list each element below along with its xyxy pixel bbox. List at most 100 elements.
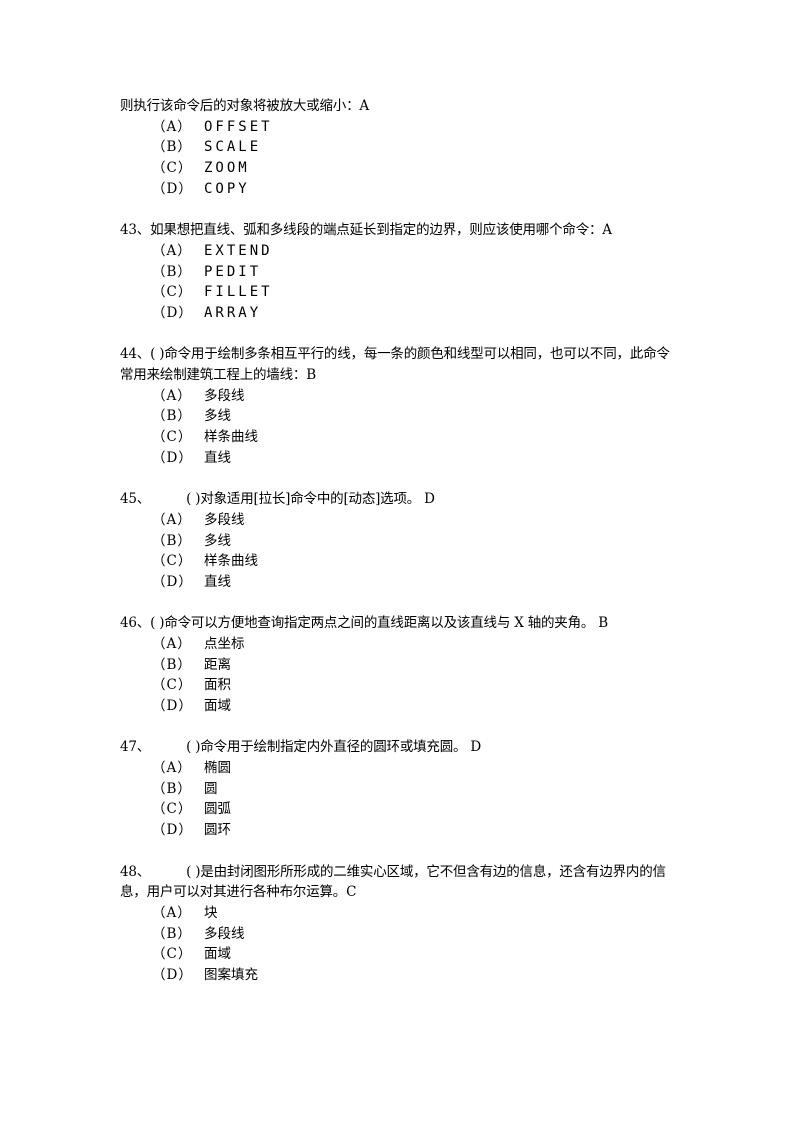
option-row: （B） PEDIT (120, 262, 680, 283)
question-text: 43、如果想把直线、弧和多线段的端点延长到指定的边界，则应该使用哪个命令：A (120, 220, 680, 241)
option-row: （C） 样条曲线 (120, 551, 680, 572)
option-row: （B） 多段线 (120, 924, 680, 945)
option-row: （D） 直线 (120, 448, 680, 469)
option-label: （C） (152, 677, 193, 694)
option-text: ARRAY (204, 304, 262, 321)
option-text: 圆弧 (204, 801, 231, 818)
option-row: （D） COPY (120, 179, 680, 200)
option-text: COPY (204, 180, 250, 197)
option-label: （C） (152, 553, 193, 570)
option-text: 样条曲线 (204, 429, 258, 446)
question-text: 48、( )是由封闭图形所形成的二维实心区域，它不但含有边的信息，还含有边界内的… (120, 862, 680, 903)
option-text: 圆 (204, 780, 218, 797)
question-number: 48、 (120, 863, 151, 880)
option-text: 直线 (204, 573, 231, 590)
option-text: SCALE (204, 139, 262, 156)
option-row: （B） 多线 (120, 531, 680, 552)
option-row: （D） 图案填充 (120, 965, 680, 986)
option-row: （C） FILLET (120, 282, 680, 303)
option-label: （D） (152, 698, 193, 715)
document-page: 则执行该命令后的对象将被放大或缩小：A （A） OFFSET （B） SCALE （C） Z… (120, 96, 680, 1006)
question-block: 43、如果想把直线、弧和多线段的端点延长到指定的边界，则应该使用哪个命令：A （A… (120, 220, 680, 323)
option-label: （C） (152, 801, 193, 818)
question-body: ( )命令用于绘制多条相互平行的线，每一条的颜色和线型可以相同，也可以不同，此命… (120, 346, 670, 383)
option-label: （D） (152, 573, 193, 590)
option-row: （D） 面域 (120, 696, 680, 717)
option-label: （C） (152, 946, 193, 963)
option-text: 面域 (204, 698, 231, 715)
option-label: （A） (152, 511, 192, 528)
question-number: 46、 (120, 615, 151, 632)
option-text: PEDIT (204, 263, 262, 280)
option-row: （B） SCALE (120, 137, 680, 158)
option-text: 多段线 (204, 925, 245, 942)
option-label: （D） (152, 304, 193, 321)
question-text: 44、( )命令用于绘制多条相互平行的线，每一条的颜色和线型可以相同，也可以不同… (120, 344, 680, 385)
option-row: （B） 距离 (120, 655, 680, 676)
option-text: FILLET (204, 284, 273, 301)
option-row: （D） 直线 (120, 572, 680, 593)
option-label: （D） (152, 967, 193, 984)
question-number: 45、 (120, 491, 151, 508)
option-row: （A） 点坐标 (120, 634, 680, 655)
option-text: 椭圆 (204, 760, 231, 777)
option-row: （C） 面积 (120, 675, 680, 696)
option-row: （A） EXTEND (120, 241, 680, 262)
option-row: （B） 多线 (120, 406, 680, 427)
option-text: 点坐标 (204, 635, 245, 652)
option-text: OFFSET (204, 118, 273, 135)
question-block: 45、 ( )对象适用[拉长]命令中的[动态]选项。 D （A） 多段线 （B） 多线 （C… (120, 489, 680, 592)
option-label: （C） (152, 429, 193, 446)
option-label: （C） (152, 284, 193, 301)
question-body: 则执行该命令后的对象将被放大或缩小：A (120, 98, 369, 114)
option-row: （C） ZOOM (120, 158, 680, 179)
option-text: 多段线 (204, 387, 245, 404)
option-row: （A） 多段线 (120, 386, 680, 407)
option-text: 圆环 (204, 822, 231, 839)
option-row: （C） 圆弧 (120, 799, 680, 820)
option-label: （B） (152, 780, 192, 797)
option-text: 图案填充 (204, 967, 258, 984)
option-label: （B） (152, 925, 192, 942)
option-label: （A） (152, 904, 192, 921)
option-label: （D） (152, 180, 193, 197)
option-row: （A） 椭圆 (120, 758, 680, 779)
option-label: （A） (152, 760, 192, 777)
question-body: ( )对象适用[拉长]命令中的[动态]选项。 D (186, 491, 435, 508)
option-row: （B） 圆 (120, 779, 680, 800)
option-row: （A） 多段线 (120, 510, 680, 531)
option-text: ZOOM (204, 160, 250, 177)
question-text: 47、 ( )命令用于绘制指定内外直径的圆环或填充圆。 D (120, 737, 680, 758)
option-text: 样条曲线 (204, 553, 258, 570)
question-block: 48、( )是由封闭图形所形成的二维实心区域，它不但含有边的信息，还含有边界内的… (120, 862, 680, 986)
option-row: （A） 块 (120, 903, 680, 924)
question-text: 45、 ( )对象适用[拉长]命令中的[动态]选项。 D (120, 489, 680, 510)
option-label: （B） (152, 532, 192, 549)
option-text: 直线 (204, 449, 231, 466)
question-number: 47、 (120, 739, 151, 756)
question-block: 47、 ( )命令用于绘制指定内外直径的圆环或填充圆。 D （A） 椭圆 （B） 圆 （C）… (120, 737, 680, 840)
question-number: 44、 (120, 346, 151, 363)
question-body: ( )是由封闭图形所形成的二维实心区域，它不但含有边的信息，还含有边界内的信息，… (120, 863, 666, 901)
option-row: （C） 面域 (120, 944, 680, 965)
question-text: 则执行该命令后的对象将被放大或缩小：A (120, 96, 680, 117)
option-label: （D） (152, 822, 193, 839)
option-label: （A） (152, 387, 192, 404)
option-label: （B） (152, 139, 192, 156)
question-text: 46、( )命令可以方便地查询指定两点之间的直线距离以及该直线与 X 轴的夹角。… (120, 613, 680, 634)
option-text: 距离 (204, 656, 231, 673)
option-row: （D） ARRAY (120, 303, 680, 324)
question-body: ( )命令用于绘制指定内外直径的圆环或填充圆。 D (186, 739, 482, 756)
option-text: 多线 (204, 532, 231, 549)
question-block: 44、( )命令用于绘制多条相互平行的线，每一条的颜色和线型可以相同，也可以不同… (120, 344, 680, 468)
option-label: （B） (152, 408, 192, 425)
option-label: （B） (152, 263, 192, 280)
option-row: （C） 样条曲线 (120, 427, 680, 448)
option-row: （D） 圆环 (120, 820, 680, 841)
option-text: EXTEND (204, 242, 273, 259)
option-text: 多段线 (204, 511, 245, 528)
option-text: 面域 (204, 946, 231, 963)
question-block: 46、( )命令可以方便地查询指定两点之间的直线距离以及该直线与 X 轴的夹角。… (120, 613, 680, 716)
question-number: 43、 (120, 222, 151, 239)
option-text: 块 (204, 904, 218, 921)
